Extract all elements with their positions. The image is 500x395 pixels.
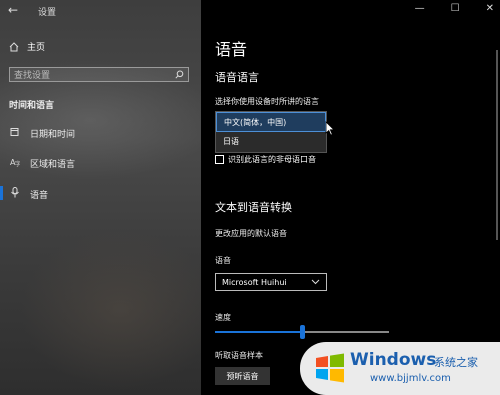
watermark: Windows 系统之家 www.bjjmlv.com: [300, 342, 500, 395]
svg-text:字: 字: [15, 160, 20, 167]
window-controls: — ☐ ✕: [415, 3, 494, 14]
sidebar: ← 设置 主页 查找设置 时间和语言 日期和时间 A字 区域和语言 语音: [0, 0, 201, 395]
voice-select-value: Microsoft Huihui: [222, 277, 287, 287]
calendar-clock-icon: [9, 127, 21, 140]
sidebar-item-label: 日期和时间: [30, 130, 76, 140]
region-language-icon: A字: [9, 157, 21, 170]
scrollbar[interactable]: [496, 50, 498, 240]
search-placeholder: 查找设置: [14, 71, 51, 81]
watermark-url: www.bjjmlv.com: [370, 373, 451, 384]
close-icon[interactable]: ✕: [486, 3, 494, 14]
minimize-icon[interactable]: —: [415, 3, 425, 14]
microphone-icon: [9, 187, 21, 201]
dropdown-option-chinese[interactable]: 中文(简体，中国): [216, 112, 326, 132]
speech-language-heading: 语音语言: [215, 71, 259, 84]
main-content: — ☐ ✕ 语音 语音语言 选择你使用设备时所讲的语言 识别此语言的非母语口音 …: [201, 0, 500, 395]
speed-slider-thumb[interactable]: [300, 325, 305, 339]
speech-language-label: 选择你使用设备时所讲的语言: [215, 97, 319, 106]
default-voice-label: 更改应用的默认语音: [215, 229, 287, 238]
nav-home[interactable]: 主页: [9, 40, 45, 53]
page-title: 语音: [215, 40, 248, 59]
sidebar-item-label: 语音: [30, 190, 49, 201]
language-dropdown-list[interactable]: 中文(简体，中国) 日语: [215, 111, 327, 153]
voice-label: 语音: [215, 256, 231, 265]
dropdown-option-japanese[interactable]: 日语: [216, 132, 326, 152]
back-arrow-icon[interactable]: ←: [8, 3, 18, 17]
non-native-accent-checkbox[interactable]: [215, 155, 224, 164]
sidebar-item-region-language[interactable]: A字 区域和语言: [9, 157, 75, 170]
windows-logo-icon: [316, 353, 344, 383]
search-icon[interactable]: [175, 70, 184, 79]
search-input[interactable]: 查找设置: [9, 67, 189, 82]
watermark-brand: Windows: [350, 350, 437, 370]
non-native-accent-checkbox-row[interactable]: 识别此语言的非母语口音: [215, 154, 316, 165]
sidebar-item-date-time[interactable]: 日期和时间: [9, 127, 75, 140]
active-indicator: [0, 186, 3, 200]
speed-slider-fill: [215, 331, 302, 333]
voice-select[interactable]: Microsoft Huihui: [215, 273, 327, 291]
preview-voice-button[interactable]: 预听语音: [215, 367, 270, 385]
speed-slider[interactable]: [215, 325, 389, 339]
speed-label: 速度: [215, 313, 231, 322]
sidebar-item-speech[interactable]: 语音: [9, 187, 48, 201]
checkbox-label: 识别此语言的非母语口音: [228, 155, 316, 164]
window-title: 设置: [38, 8, 57, 18]
sidebar-section-title: 时间和语言: [9, 101, 55, 111]
sample-label: 听取语音样本: [215, 351, 263, 360]
maximize-icon[interactable]: ☐: [451, 3, 460, 14]
mouse-cursor-icon: [325, 121, 335, 136]
home-icon: [9, 41, 19, 51]
tts-heading: 文本到语音转换: [215, 201, 292, 214]
watermark-suffix: 系统之家: [434, 356, 478, 369]
nav-home-label: 主页: [27, 43, 46, 53]
sidebar-item-label: 区域和语言: [30, 160, 76, 170]
chevron-down-icon: [311, 279, 320, 285]
